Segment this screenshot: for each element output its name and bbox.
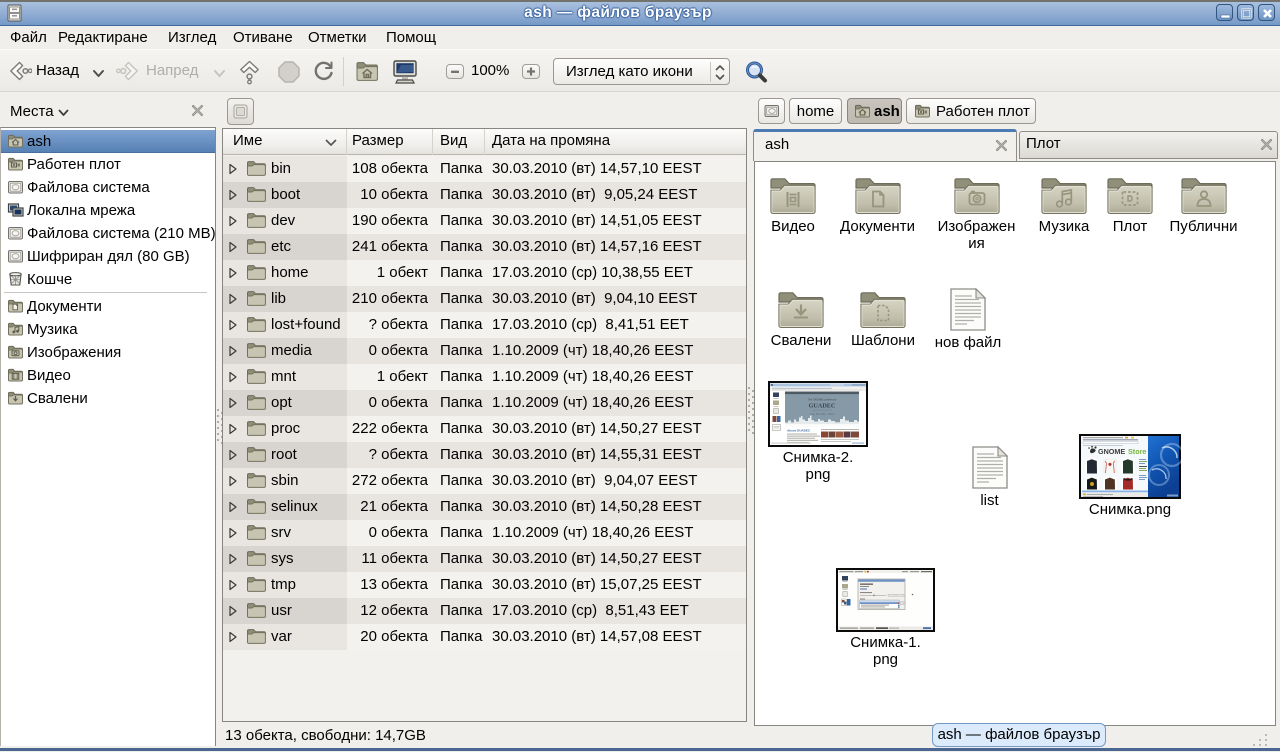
svg-text:The GNOME conference: The GNOME conference bbox=[808, 398, 837, 402]
svg-text:July 24-30th, 2010: July 24-30th, 2010 bbox=[810, 412, 835, 416]
svg-text:About GUADEC: About GUADEC bbox=[787, 429, 811, 433]
svg-text:Store: Store bbox=[1128, 447, 1146, 456]
svg-text:GNOME: GNOME bbox=[1098, 447, 1125, 456]
svg-text:GUADEC: GUADEC bbox=[809, 403, 836, 410]
